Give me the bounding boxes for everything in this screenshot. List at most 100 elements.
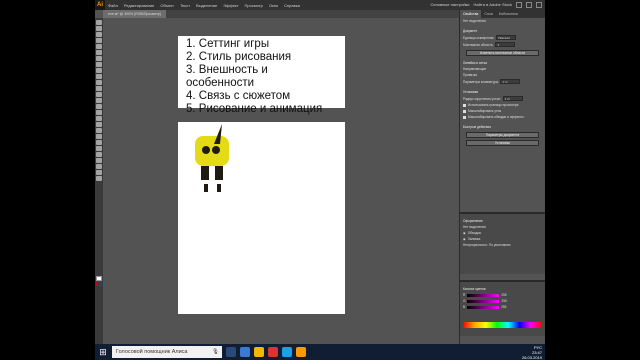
units-row: Единицы измерения: Пиксели	[460, 34, 545, 41]
zoom-tool-icon[interactable]	[96, 176, 102, 181]
artboard-dropdown[interactable]: 1	[495, 42, 516, 47]
menu-view[interactable]: Просмотр	[242, 3, 266, 8]
menu-file[interactable]: Файл	[105, 3, 121, 8]
pen-tool-icon[interactable]	[96, 38, 102, 43]
paintbrush-tool-icon[interactable]	[96, 68, 102, 73]
checkbox-1[interactable]	[463, 103, 466, 107]
checkbox-2-label: Масштабировать углы	[468, 109, 502, 113]
checkbox-2[interactable]	[463, 109, 466, 113]
language-indicator[interactable]: РУС	[534, 345, 542, 350]
blend-tool-icon[interactable]	[96, 140, 102, 145]
edge-icon[interactable]	[240, 347, 250, 357]
pencil-tool-icon[interactable]	[96, 74, 102, 79]
system-tray: РУС 23:47 26.03.2019	[522, 345, 542, 360]
scale-tool-icon[interactable]	[96, 92, 102, 97]
tab-properties[interactable]: Свойства	[460, 10, 482, 18]
checkbox-row-3[interactable]: Масштабировать обводки и эффекты	[460, 114, 545, 120]
line-tool-icon[interactable]	[96, 56, 102, 61]
character-leg-left	[201, 166, 209, 180]
menu-select[interactable]: Выделение	[193, 3, 220, 8]
shape-builder-tool-icon[interactable]	[96, 110, 102, 115]
direct-selection-tool-icon[interactable]	[96, 26, 102, 31]
eye-icon[interactable]: ◉	[463, 231, 466, 235]
magic-wand-tool-icon[interactable]	[96, 32, 102, 37]
character-eye-left	[202, 146, 210, 154]
slice-tool-icon[interactable]	[96, 164, 102, 169]
stock-search[interactable]: Найти в Adobe Stock	[474, 2, 512, 8]
appearance-opacity[interactable]: Непрозрачность: По умолчанию	[460, 242, 545, 248]
edit-artboards-button[interactable]: Изменить монтажные области	[466, 50, 539, 56]
menu-help[interactable]: Справка	[281, 3, 303, 8]
g-value[interactable]: 255	[501, 299, 506, 303]
workspace-switcher[interactable]: Основные настройки	[431, 2, 470, 8]
minimize-button[interactable]	[516, 2, 522, 8]
character-body	[195, 136, 229, 166]
artboard-outline[interactable]: 1. Сеттинг игры 2. Стиль рисования 3. Вн…	[178, 36, 345, 115]
menu-bar: Ai Файл Редактирование Объект Текст Выде…	[95, 0, 545, 10]
radius-field[interactable]: 1 пт	[502, 96, 523, 101]
width-tool-icon[interactable]	[96, 98, 102, 103]
menu-window[interactable]: Окно	[266, 3, 281, 8]
windows-start-icon[interactable]: ⊞	[98, 347, 108, 357]
rectangle-tool-icon[interactable]	[96, 62, 102, 67]
checkbox-3[interactable]	[463, 115, 466, 119]
perspective-tool-icon[interactable]	[96, 116, 102, 121]
rotate-tool-icon[interactable]	[96, 86, 102, 91]
canvas-area[interactable]: 1. Сеттинг игры 2. Стиль рисования 3. Вн…	[103, 18, 459, 350]
tab-libraries[interactable]: Библиотеки	[496, 12, 521, 16]
character-leg-right	[217, 184, 221, 192]
illustrator-window: Ai Файл Редактирование Объект Текст Выде…	[95, 0, 545, 360]
properties-tabs: Свойства Слои Библиотеки	[460, 10, 545, 18]
selection-tool-icon[interactable]	[96, 20, 102, 25]
taskbar-search[interactable]: Голосовой помощник Алиса 🎙	[112, 346, 222, 358]
mesh-tool-icon[interactable]	[96, 122, 102, 127]
outline-item-4: 4. Связь с сюжетом	[186, 90, 291, 102]
task-view-icon[interactable]	[226, 347, 236, 357]
character-leg-left	[204, 184, 208, 192]
menu-object[interactable]: Объект	[157, 3, 177, 8]
eye-icon[interactable]: ◉	[463, 237, 466, 241]
explorer-icon[interactable]	[254, 347, 264, 357]
outline-item-5: 5. Рисование и анимация	[186, 103, 323, 115]
r-value[interactable]: 255	[501, 293, 506, 297]
symbol-sprayer-tool-icon[interactable]	[96, 146, 102, 151]
eyedropper-tool-icon[interactable]	[96, 134, 102, 139]
yandex-icon[interactable]	[268, 347, 278, 357]
keyboard-step-field[interactable]: 1 пт	[500, 79, 521, 84]
app-icon[interactable]	[282, 347, 292, 357]
clock-date[interactable]: 26.03.2019	[522, 355, 542, 360]
checkbox-3-label: Масштабировать обводки и эффекты	[468, 115, 524, 119]
b-value[interactable]: 255	[501, 305, 506, 309]
curvature-tool-icon[interactable]	[96, 44, 102, 49]
microphone-icon[interactable]: 🎙	[212, 346, 222, 358]
r-slider[interactable]	[467, 293, 500, 297]
stroke-swatch[interactable]	[96, 281, 102, 286]
menu-effect[interactable]: Эффект	[220, 3, 241, 8]
free-transform-tool-icon[interactable]	[96, 104, 102, 109]
illustrator-taskbar-icon[interactable]	[296, 347, 306, 357]
artboard-character[interactable]	[178, 122, 345, 314]
maximize-button[interactable]	[526, 2, 532, 8]
artboard-row: Монтажная область: 1	[460, 41, 545, 48]
b-slider[interactable]	[467, 305, 500, 309]
tab-layers[interactable]: Слои	[481, 12, 496, 16]
no-selection-label: Нет выделения	[463, 19, 486, 23]
type-tool-icon[interactable]	[96, 50, 102, 55]
eraser-tool-icon[interactable]	[96, 80, 102, 85]
g-slider[interactable]	[467, 299, 500, 303]
quick-actions-title: Быстрые действия	[463, 125, 491, 129]
color-spectrum[interactable]	[463, 322, 542, 328]
gradient-tool-icon[interactable]	[96, 128, 102, 133]
preferences-button[interactable]: Установки	[466, 140, 539, 146]
character-drawing[interactable]	[188, 122, 248, 192]
hand-tool-icon[interactable]	[96, 170, 102, 175]
menu-type[interactable]: Текст	[177, 3, 193, 8]
document-setup-button[interactable]: Параметры документа	[466, 132, 539, 138]
document-tab[interactable]: eve.ai* @ 300% (RGB/Просмотр)	[103, 10, 166, 18]
artboard-tool-icon[interactable]	[96, 158, 102, 163]
appearance-panel: Оформление Нет выделения ◉ Обводка: ◉ Зали…	[460, 212, 545, 274]
units-dropdown[interactable]: Пиксели	[496, 35, 517, 40]
close-button[interactable]	[536, 2, 542, 8]
graph-tool-icon[interactable]	[96, 152, 102, 157]
menu-edit[interactable]: Редактирование	[121, 3, 157, 8]
